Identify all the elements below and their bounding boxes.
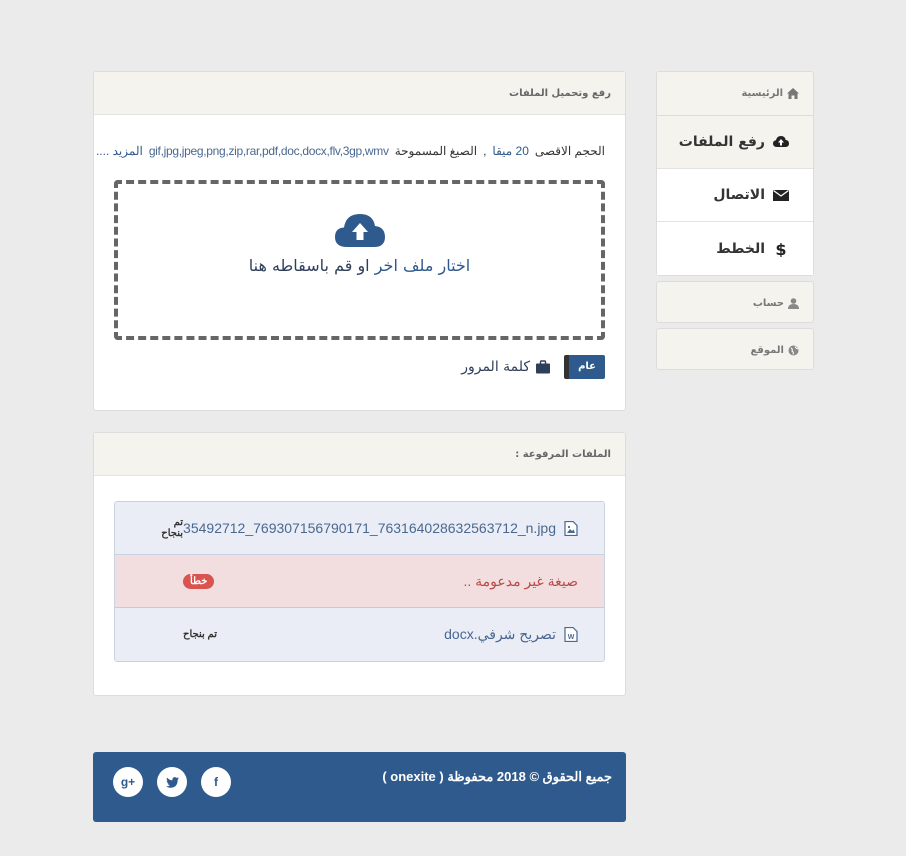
cloud-upload-icon [773,136,789,147]
choose-file-link[interactable]: اختار ملف اخر [375,256,471,275]
max-size-label: الحجم الاقصى [534,144,605,158]
sidebar-home-label: الرئيسية [741,88,783,99]
password-option[interactable]: كلمة المرور [461,359,551,375]
files-panel-title: الملفات المرفوعة : [94,433,625,476]
google-plus-icon[interactable]: g+ [113,767,143,797]
sidebar-main-panel: الرئيسية رفع الملفات الاتصال $ الخطط [656,71,814,276]
envelope-icon [773,189,789,201]
file-status: تم بنجاح [183,629,217,640]
social-links: g+ f [113,767,231,797]
file-error-message: صيغة غير مدعومة .. [463,572,578,589]
sidebar-list: رفع الملفات الاتصال $ الخطط [657,115,813,275]
toggle-public-label: عام [569,355,605,379]
upload-panel: رفع وتحميل الملفات الحجم الاقصى 20 ميقا … [93,71,626,411]
dollar-icon: $ [775,241,786,257]
sidebar-site-panel: الموقع [656,328,814,370]
file-row-error[interactable]: صيغة غير مدعومة .. خطأ [115,555,604,608]
sidebar-item-contact[interactable]: الاتصال [657,169,813,222]
twitter-icon[interactable] [157,767,187,797]
globe-icon [788,345,799,355]
uploaded-files-panel: الملفات المرفوعة : 35492712_769307156790… [93,432,626,696]
file-name-text: 35492712_769307156790171_763164028632563… [183,520,556,536]
drop-hint: او قم باسقاطه هنا [248,256,370,275]
sidebar-item-label: الاتصال [713,187,765,203]
more-link[interactable]: المزيد .... [96,144,143,158]
formats-label: الصيغ المسموحة [394,144,478,158]
home-icon [787,88,799,99]
facebook-icon[interactable]: f [201,767,231,797]
file-status: تم بنجاح [161,517,184,539]
error-badge: خطأ [183,573,215,589]
sidebar-item-upload[interactable]: رفع الملفات [657,116,813,169]
file-list: 35492712_769307156790171_763164028632563… [114,501,605,662]
sidebar-item-home[interactable]: الرئيسية [657,72,813,115]
upload-panel-title: رفع وتحميل الملفات [94,72,625,115]
sidebar-item-account[interactable]: حساب [657,282,813,324]
file-name[interactable]: W تصريح شرفي.docx [444,626,578,643]
briefcase-icon [536,360,551,374]
sidebar-item-label: الخطط [716,240,765,257]
limits-separator: , [483,144,487,158]
word-file-icon: W [564,627,578,642]
sidebar-account-label: حساب [752,297,784,309]
formats-list: gif,jpg,jpeg,png,zip,rar,pdf,doc,docx,fl… [148,144,389,158]
file-name-text: تصريح شرفي.docx [444,626,556,642]
user-icon [788,297,799,309]
sidebar-account-panel: حساب [656,281,814,323]
svg-text:$: $ [775,241,786,257]
upload-limits: الحجم الاقصى 20 ميقا , الصيغ المسموحة gi… [96,144,605,158]
image-file-icon [564,520,578,536]
sidebar-item-site[interactable]: الموقع [657,329,813,371]
file-name[interactable]: 35492712_769307156790171_763164028632563… [183,520,578,536]
password-label: كلمة المرور [461,359,531,375]
toggle-off-side [564,355,570,379]
max-size-value: 20 ميقا [492,144,529,158]
sidebar-site-label: الموقع [750,344,784,356]
svg-text:W: W [568,634,575,641]
footer: جميع الحقوق © 2018 محفوظة ( onexite ) g+… [93,752,626,822]
cloud-upload-icon [118,212,601,252]
visibility-toggle[interactable]: عام [564,355,605,379]
dropzone-text: اختار ملف اخر او قم باسقاطه هنا [118,256,601,275]
file-row[interactable]: W تصريح شرفي.docx تم بنجاح [115,608,604,661]
copyright-text: جميع الحقوق © 2018 محفوظة ( onexite ) [382,769,612,784]
sidebar-item-plans[interactable]: $ الخطط [657,222,813,275]
sidebar-item-label: رفع الملفات [678,134,765,150]
upload-options: عام كلمة المرور [461,355,605,379]
file-row[interactable]: 35492712_769307156790171_763164028632563… [115,502,604,555]
sidebar: الرئيسية رفع الملفات الاتصال $ الخطط حسا… [656,71,814,375]
file-dropzone[interactable]: اختار ملف اخر او قم باسقاطه هنا [114,180,605,340]
